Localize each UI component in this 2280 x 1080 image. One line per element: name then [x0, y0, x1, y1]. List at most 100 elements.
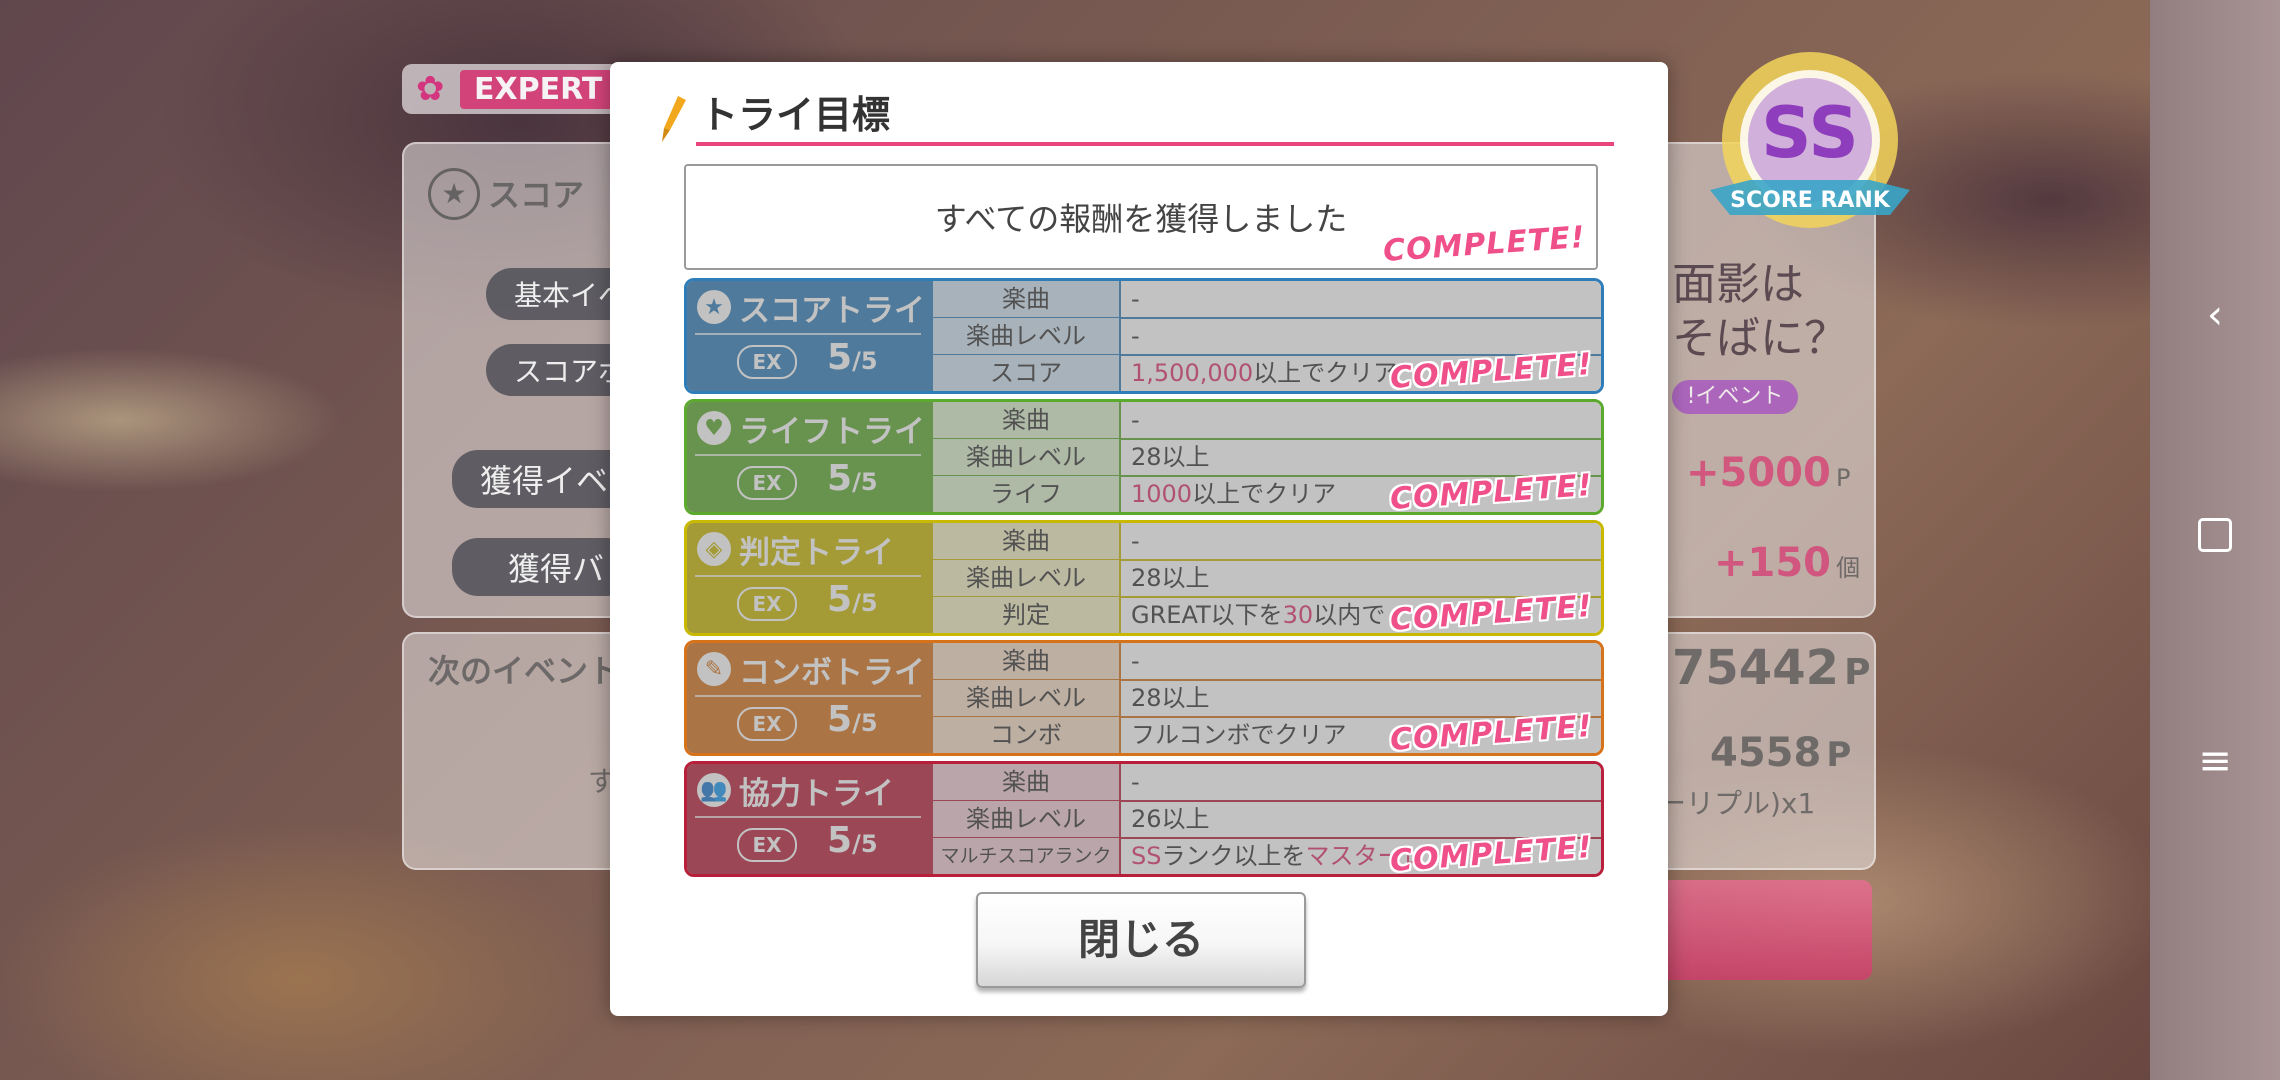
- chevron-left-icon[interactable]: ‹: [2150, 292, 2280, 338]
- condition-text: 28以上: [1131, 443, 1210, 471]
- condition-value: -: [1131, 281, 1140, 317]
- items-value: +150: [1714, 540, 1832, 586]
- try-type-icon: ◈: [697, 532, 731, 566]
- condition-value: 28以上: [1131, 560, 1210, 596]
- try-header: ✎ コンボトライ EX 5/5: [687, 643, 933, 753]
- condition-row: 楽曲レベル 28以上: [933, 680, 1601, 718]
- ex-badge: EX: [737, 707, 797, 741]
- try-row: ✎ コンボトライ EX 5/5 楽曲 - 楽曲レベル 28以上 コンボ フルコンボでクリア COMP…: [684, 640, 1604, 756]
- next-points-unit: P: [1844, 652, 1871, 693]
- condition-highlight: 30: [1282, 601, 1314, 629]
- condition-text-suffix: ランク以上を: [1161, 842, 1306, 870]
- try-name: ライフトライ: [739, 413, 925, 450]
- condition-label: 楽曲レベル: [933, 439, 1121, 475]
- close-button[interactable]: 閉じる: [976, 892, 1306, 988]
- condition-label: 楽曲レベル: [933, 560, 1121, 596]
- points-value: +5000: [1686, 450, 1831, 496]
- difficulty-star-icon: ✿: [416, 69, 445, 109]
- condition-value: SSランク以上をマスターレ: [1131, 838, 1425, 874]
- condition-text-suffix: 以上でクリア: [1253, 359, 1398, 387]
- score-icon: ★: [428, 168, 480, 220]
- condition-value: -: [1131, 643, 1140, 679]
- condition-row: 楽曲レベル 28以上: [933, 560, 1601, 598]
- condition-value: -: [1131, 523, 1140, 559]
- try-name-wrap: 👥 協力トライ: [697, 770, 894, 812]
- condition-text: -: [1131, 768, 1140, 796]
- condition-text: GREAT以下を: [1131, 601, 1283, 629]
- try-type-icon: ♥: [697, 411, 731, 445]
- condition-row: 楽曲 -: [933, 764, 1601, 802]
- status-box: すべての報酬を獲得しました COMPLETE!: [684, 164, 1598, 270]
- try-divider: [695, 454, 921, 456]
- try-divider: [695, 695, 921, 697]
- try-progress-count: 5: [827, 699, 853, 740]
- try-progress: 5/5: [827, 579, 878, 620]
- current-points-row: 4558 P: [1710, 730, 1851, 776]
- try-header: 👥 協力トライ EX 5/5: [687, 764, 933, 874]
- try-progress: 5/5: [827, 337, 878, 378]
- condition-label: 楽曲: [933, 764, 1121, 800]
- try-row: ♥ ライフトライ EX 5/5 楽曲 - 楽曲レベル 28以上 ライフ 1000以上でクリア COM…: [684, 399, 1604, 515]
- condition-row: 楽曲レベル 26以上: [933, 801, 1601, 839]
- condition-row: 楽曲レベル 28以上: [933, 439, 1601, 477]
- menu-icon[interactable]: ≡: [2150, 738, 2280, 784]
- next-event-heading: 次のイベント: [428, 652, 621, 690]
- condition-text: 26以上: [1131, 805, 1210, 833]
- condition-value: 1,500,000以上でクリア: [1131, 355, 1397, 391]
- condition-row: 楽曲レベル -: [933, 318, 1601, 356]
- try-divider: [695, 816, 921, 818]
- condition-text-suffix: 以内で: [1313, 601, 1386, 629]
- try-progress-total: /5: [852, 830, 878, 858]
- items-unit: 個: [1836, 554, 1861, 582]
- points-unit: P: [1835, 464, 1851, 492]
- condition-value: 1000以上でクリア: [1131, 476, 1336, 512]
- try-progress-count: 5: [827, 820, 853, 861]
- ex-badge: EX: [737, 345, 797, 379]
- ex-badge: EX: [737, 828, 797, 862]
- try-divider: [695, 575, 921, 577]
- condition-label: 楽曲レベル: [933, 318, 1121, 354]
- try-goals-modal: トライ目標 すべての報酬を獲得しました COMPLETE! ★ スコアトライ EX 5…: [610, 62, 1668, 1016]
- condition-label: ライフ: [933, 476, 1121, 512]
- next-points: 75442: [1672, 640, 1839, 696]
- try-name: 判定トライ: [739, 534, 894, 571]
- condition-label: マルチスコアランク: [933, 838, 1121, 874]
- rank-emblem: SS SCORE RANK: [1690, 40, 1930, 250]
- condition-text: -: [1131, 406, 1140, 434]
- try-progress-count: 5: [827, 458, 853, 499]
- ex-badge: EX: [737, 587, 797, 621]
- condition-value: 28以上: [1131, 439, 1210, 475]
- earned-badge-label: 獲得バ: [452, 538, 633, 596]
- try-progress-total: /5: [852, 347, 878, 375]
- try-progress: 5/5: [827, 699, 878, 740]
- try-type-icon: ✎: [697, 652, 731, 686]
- try-name-wrap: ✎ コンボトライ: [697, 649, 925, 691]
- try-progress: 5/5: [827, 458, 878, 499]
- modal-title: トライ目標: [700, 93, 891, 137]
- try-progress-count: 5: [827, 337, 853, 378]
- try-progress: 5/5: [827, 820, 878, 861]
- condition-value: 28以上: [1131, 680, 1210, 716]
- score-heading: スコア: [488, 176, 585, 214]
- next-button[interactable]: [1650, 880, 1872, 980]
- try-header: ♥ ライフトライ EX 5/5: [687, 402, 933, 512]
- try-row: ★ スコアトライ EX 5/5 楽曲 - 楽曲レベル - スコア 1,500,000以上でクリア C…: [684, 278, 1604, 394]
- square-icon[interactable]: [2150, 516, 2280, 562]
- try-type-icon: 👥: [697, 773, 731, 807]
- condition-label: 楽曲: [933, 523, 1121, 559]
- multiplier-text: ーリプル)x1: [1658, 787, 1816, 820]
- earned-event-label: 獲得イベ: [452, 450, 637, 508]
- points-value-row: +5000 P: [1686, 450, 1850, 496]
- try-name-wrap: ★ スコアトライ: [697, 287, 925, 329]
- condition-row: 楽曲 -: [933, 402, 1601, 440]
- song-title: 面影は そばに？: [1672, 259, 1848, 364]
- condition-label: 楽曲レベル: [933, 680, 1121, 716]
- try-divider: [695, 333, 921, 335]
- condition-highlight: SS: [1131, 842, 1162, 870]
- condition-value: -: [1131, 318, 1140, 354]
- try-name-wrap: ♥ ライフトライ: [697, 408, 925, 450]
- system-nav-bar: ‹ ≡: [2150, 0, 2280, 1080]
- try-row: ◈ 判定トライ EX 5/5 楽曲 - 楽曲レベル 28以上 判定 GREAT以下を30以内で CO…: [684, 520, 1604, 636]
- condition-text: -: [1131, 322, 1140, 350]
- try-type-icon: ★: [697, 290, 731, 324]
